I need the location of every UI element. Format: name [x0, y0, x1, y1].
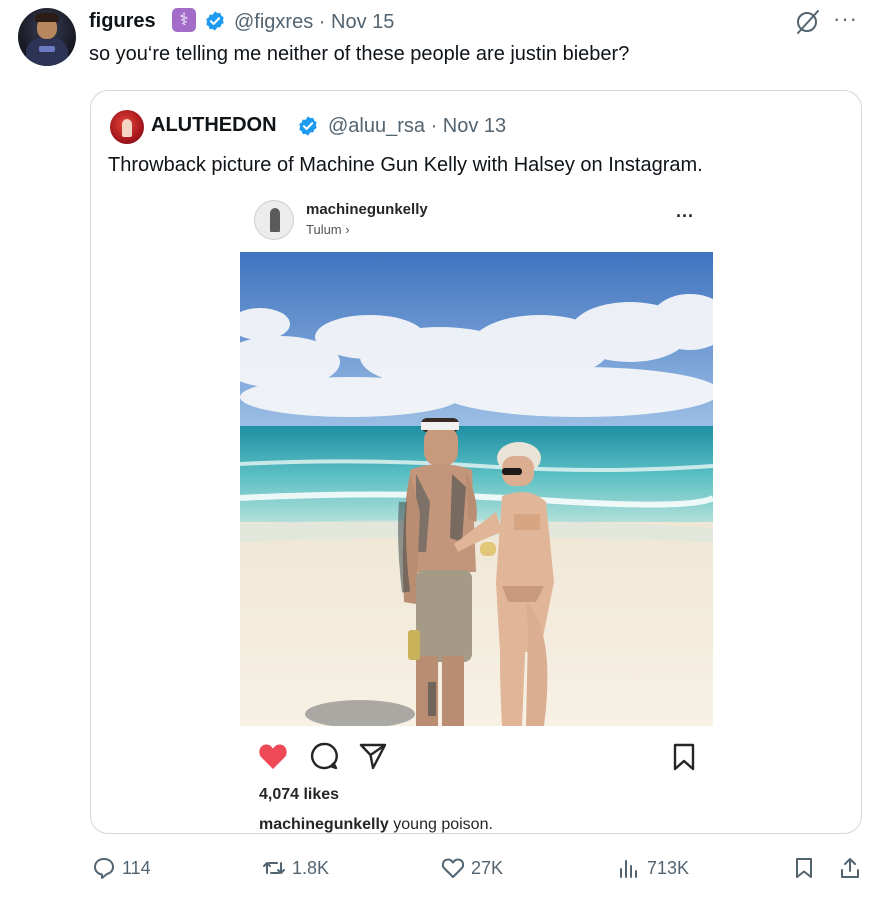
- reply-icon: [94, 858, 114, 879]
- instagram-avatar: [254, 200, 294, 240]
- instagram-caption-text: young poison.: [388, 816, 493, 833]
- instagram-caption: machinegunkelly young poison.: [259, 816, 493, 834]
- repost-button[interactable]: 1.8K: [262, 856, 329, 880]
- instagram-share-icon: [359, 743, 387, 770]
- tweet-text: so you‘re telling me neither of these pe…: [89, 43, 630, 65]
- beach-photo[interactable]: [240, 252, 713, 726]
- bookmark-button[interactable]: [792, 856, 816, 880]
- author-avatar[interactable]: [18, 8, 76, 66]
- instagram-more-icon: ···: [676, 206, 694, 226]
- instagram-likes-count: 4,074 likes: [259, 786, 340, 803]
- repost-icon: [263, 862, 285, 874]
- handle-text[interactable]: @figxres: [234, 11, 313, 33]
- reply-count: 114: [122, 857, 151, 878]
- views-icon: [620, 860, 637, 878]
- bookmark-icon: [796, 858, 812, 878]
- quoted-author-name[interactable]: ALUTHEDON: [151, 114, 277, 137]
- quoted-author-avatar[interactable]: [110, 110, 144, 144]
- grok-icon[interactable]: [793, 8, 821, 36]
- instagram-caption-user: machinegunkelly: [259, 816, 389, 833]
- views-count: 713K: [647, 857, 690, 878]
- author-handle[interactable]: @figxres · Nov 15: [234, 11, 394, 34]
- medical-badge-icon: ⚕: [172, 8, 196, 32]
- verified-badge-icon: [206, 11, 224, 31]
- instagram-comment-icon: [310, 742, 338, 770]
- quoted-author-handle[interactable]: @aluu_rsa · Nov 13: [328, 115, 506, 138]
- more-options-icon[interactable]: ···: [833, 6, 858, 32]
- repost-count: 1.8K: [292, 857, 330, 878]
- instagram-save-icon: [673, 743, 695, 771]
- share-icon: [841, 858, 859, 878]
- heart-icon: [441, 858, 465, 878]
- author-name[interactable]: figures: [89, 10, 156, 33]
- tweet-date[interactable]: · Nov 15: [319, 11, 395, 33]
- reply-button[interactable]: 114: [92, 856, 151, 880]
- instagram-like-icon: [259, 744, 287, 769]
- verified-badge-icon: [299, 116, 317, 136]
- like-count: 27K: [471, 857, 504, 878]
- quoted-handle-text[interactable]: @aluu_rsa: [328, 115, 425, 137]
- like-button[interactable]: 27K: [441, 856, 503, 880]
- instagram-username: machinegunkelly: [306, 201, 428, 218]
- quoted-tweet-date[interactable]: · Nov 13: [431, 115, 507, 137]
- share-button[interactable]: [838, 856, 862, 880]
- instagram-location: Tulum ›: [306, 222, 350, 237]
- views-button[interactable]: 713K: [617, 856, 689, 880]
- quoted-tweet-text: Throwback picture of Machine Gun Kelly w…: [108, 154, 703, 176]
